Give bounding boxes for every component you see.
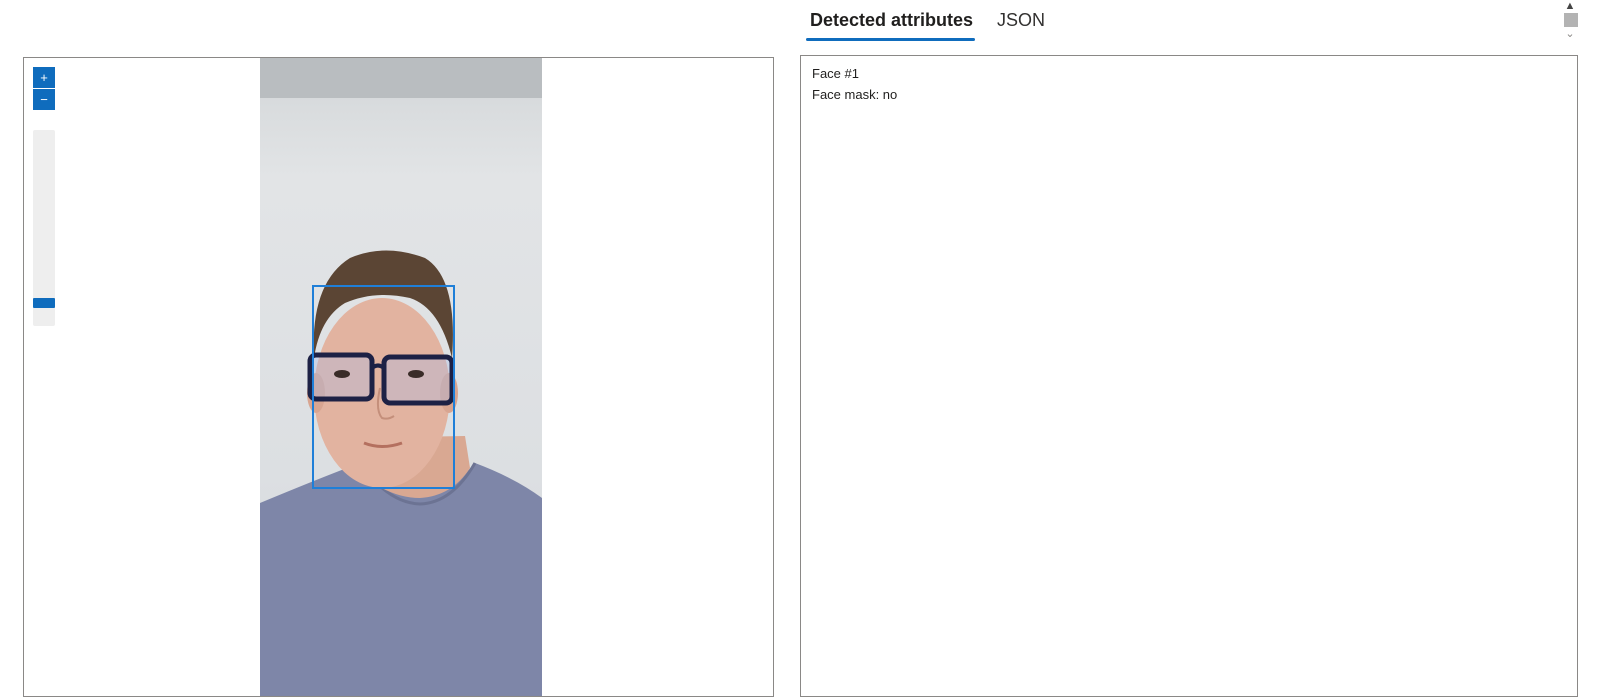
results-panel: Face #1 Face mask: no	[800, 55, 1578, 697]
scrollbar-thumb[interactable]	[1564, 13, 1578, 27]
chevron-down-icon[interactable]: ⌄	[1562, 28, 1578, 40]
active-tab-indicator	[806, 38, 975, 41]
image-viewer[interactable]: + −	[23, 57, 774, 697]
analyzed-photo	[260, 58, 542, 696]
tab-json[interactable]: JSON	[997, 10, 1045, 31]
chevron-up-icon[interactable]: ▲	[1562, 0, 1578, 12]
face-bounding-box	[312, 285, 455, 489]
zoom-slider-thumb[interactable]	[33, 298, 55, 308]
zoom-in-button[interactable]: +	[33, 67, 55, 88]
face-mask-attribute: Face mask: no	[812, 87, 898, 102]
tab-detected-attributes[interactable]: Detected attributes	[810, 10, 973, 31]
zoom-out-button[interactable]: −	[33, 89, 55, 110]
zoom-slider[interactable]	[33, 130, 55, 326]
face-title: Face #1	[812, 66, 859, 81]
